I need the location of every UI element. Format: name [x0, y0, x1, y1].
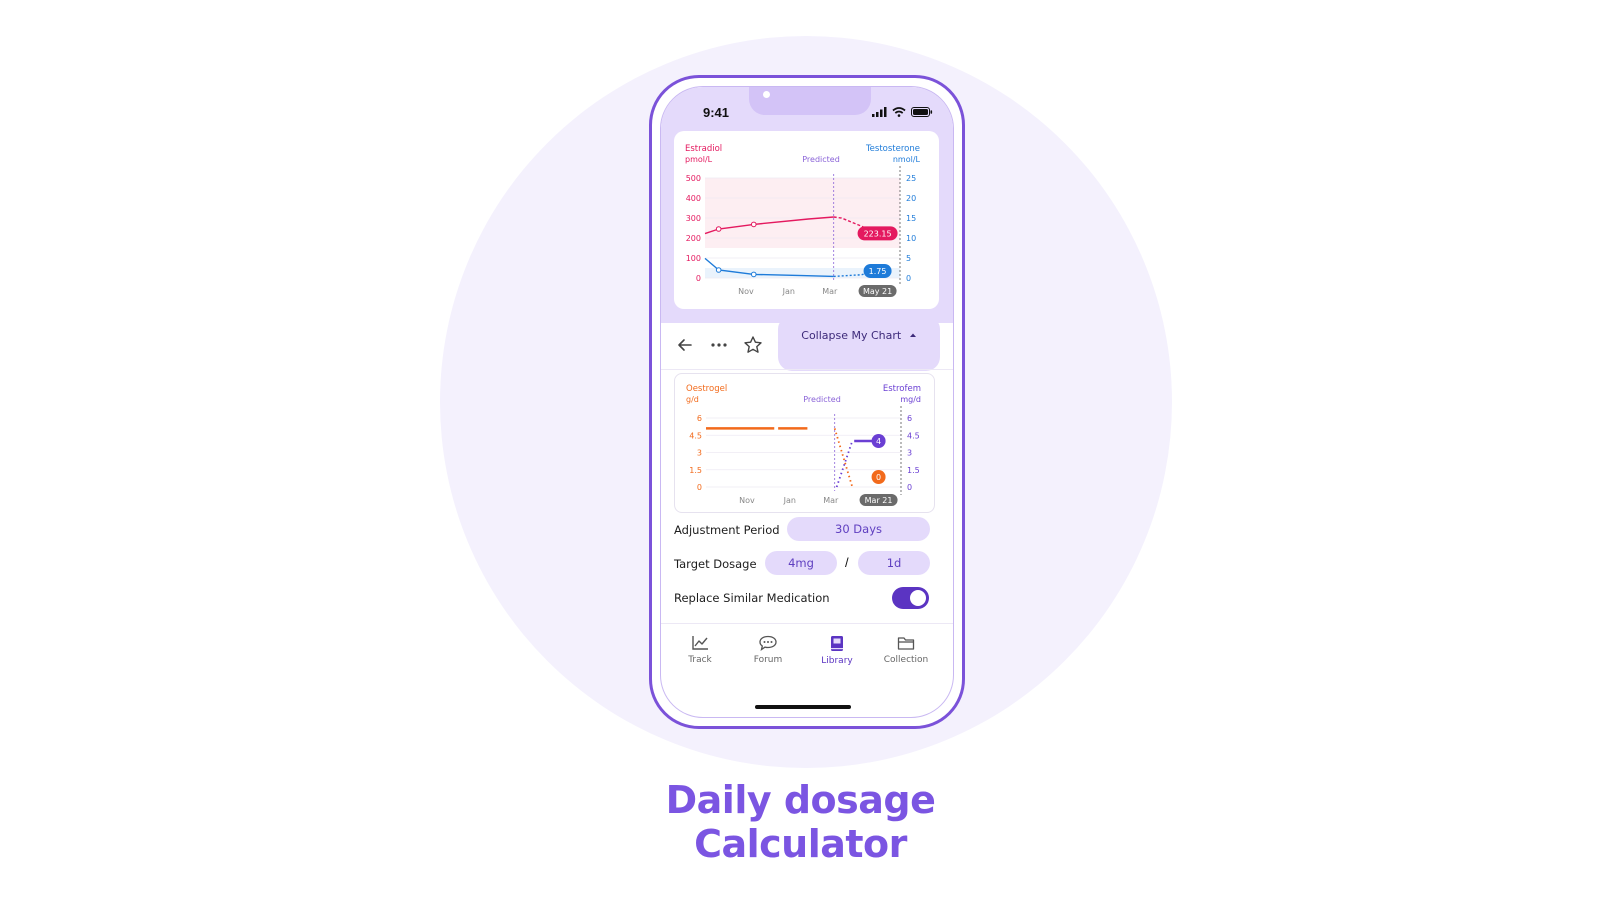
testosterone-value-label: 1.75	[869, 267, 887, 276]
target-interval-select[interactable]: 1d	[858, 551, 930, 575]
x-tick-label: Jan	[782, 287, 795, 296]
left-axis-unit: pmol/L	[685, 155, 713, 164]
tab-library[interactable]: Library	[807, 635, 867, 666]
notch	[749, 87, 871, 115]
right-tick-label: 20	[906, 194, 916, 203]
right-tick-label: 0	[906, 274, 911, 283]
left-tick-label: 1.5	[689, 466, 702, 475]
estradiol-point	[715, 226, 722, 232]
tab-collection-label: Collection	[883, 655, 929, 665]
right-tick-label: 3	[907, 449, 912, 458]
predicted-label: Predicted	[802, 155, 840, 164]
right-tick-label: 25	[906, 174, 916, 183]
left-tick-label: 0	[697, 483, 702, 492]
left-axis-label: Estradiol	[685, 144, 722, 154]
x-tick-label: May 21	[863, 287, 892, 296]
left-axis-unit: g/d	[686, 395, 699, 404]
tabbar-divider	[661, 623, 953, 624]
x-tick-label: Mar	[822, 287, 838, 296]
predicted-label: Predicted	[803, 395, 841, 404]
adjustment-period-select[interactable]: 30 Days	[787, 517, 930, 541]
estradiol-point	[750, 221, 757, 228]
right-axis-unit: nmol/L	[893, 155, 921, 164]
hormone-levels-chart: Estradiol pmol/L Testosterone nmol/L Pre…	[685, 144, 921, 297]
headline-line-1: Daily dosage	[665, 778, 936, 822]
estradiol-value-label: 223.15	[864, 229, 892, 238]
phone-screen: 9:41 Estradiol pmol/L Testosterone nmol/…	[660, 86, 954, 718]
testosterone-point	[750, 271, 757, 278]
dosage-card: Oestrogel g/d Estrofem mg/d Predicted 6 4…	[674, 373, 935, 513]
star-icon[interactable]	[743, 335, 763, 355]
left-tick-label: 200	[686, 234, 701, 243]
x-tick-label: Mar 21	[865, 496, 893, 505]
dosage-chart: Oestrogel g/d Estrofem mg/d Predicted 6 4…	[686, 384, 921, 506]
home-indicator	[755, 705, 851, 709]
testosterone-point	[715, 267, 722, 273]
caret-up-icon	[909, 333, 916, 337]
adjustment-period-label: Adjustment Period	[674, 523, 780, 537]
target-amount-select[interactable]: 4mg	[765, 551, 837, 575]
chart-line-icon	[692, 636, 708, 650]
tab-forum-label: Forum	[753, 655, 783, 665]
folder-icon	[897, 637, 915, 650]
camera-dot	[763, 91, 770, 98]
right-tick-label: 4.5	[907, 431, 920, 440]
headline-line-2: Calculator	[694, 822, 907, 866]
tab-library-label: Library	[821, 656, 853, 666]
oestrogel-value-label: 0	[876, 473, 881, 482]
collapse-chart-button[interactable]: Collapse My Chart	[778, 317, 940, 371]
replace-medication-label: Replace Similar Medication	[674, 591, 830, 605]
toolbar-divider	[661, 369, 953, 370]
status-icons	[872, 107, 933, 117]
wifi-icon	[892, 107, 906, 117]
left-tick-label: 400	[686, 194, 701, 203]
target-dosage-label: Target Dosage	[674, 557, 757, 571]
phone-frame: 9:41 Estradiol pmol/L Testosterone nmol/…	[649, 75, 965, 729]
book-icon	[831, 636, 843, 651]
signal-icon	[872, 107, 887, 117]
left-tick-label: 6	[697, 414, 702, 423]
tab-forum[interactable]: Forum	[738, 635, 798, 665]
right-tick-label: 15	[906, 214, 916, 223]
left-tick-label: 0	[696, 274, 701, 283]
tab-track-label: Track	[688, 655, 712, 665]
right-tick-label: 1.5	[907, 466, 920, 475]
right-tick-label: 10	[906, 234, 916, 243]
target-separator: /	[845, 555, 849, 570]
tab-bar: Track Forum Library Collection	[661, 625, 953, 685]
status-time: 9:41	[703, 105, 730, 120]
left-tick-label: 100	[686, 254, 701, 263]
right-tick-label: 6	[907, 414, 912, 423]
right-tick-label: 0	[907, 483, 912, 492]
tab-track[interactable]: Track	[670, 635, 730, 665]
x-tick-label: Nov	[738, 287, 754, 296]
left-axis-label: Oestrogel	[686, 384, 727, 394]
more-options-icon[interactable]	[709, 335, 729, 355]
back-arrow-icon[interactable]	[675, 335, 695, 355]
oestrogel-predicted-line	[833, 428, 854, 488]
left-tick-label: 3	[697, 449, 702, 458]
estrofem-value-label: 4	[876, 437, 881, 446]
collapse-label: Collapse My Chart	[801, 329, 902, 342]
replace-medication-toggle[interactable]	[892, 587, 929, 609]
left-tick-label: 300	[686, 214, 701, 223]
right-axis-unit: mg/d	[900, 395, 921, 404]
chat-bubble-icon	[759, 635, 777, 651]
right-tick-label: 5	[906, 254, 911, 263]
x-tick-label: Jan	[783, 496, 796, 505]
right-axis-label: Testosterone	[865, 144, 920, 154]
battery-icon	[911, 107, 933, 117]
left-tick-label: 4.5	[689, 431, 702, 440]
tab-collection[interactable]: Collection	[876, 635, 936, 665]
left-tick-label: 500	[686, 174, 701, 183]
x-tick-label: Nov	[739, 496, 755, 505]
headline: Daily dosage Calculator	[0, 778, 1601, 866]
x-tick-label: Mar	[823, 496, 839, 505]
right-axis-label: Estrofem	[883, 384, 921, 394]
toggle-knob	[910, 590, 926, 606]
hormone-levels-card: Estradiol pmol/L Testosterone nmol/L Pre…	[674, 131, 939, 309]
